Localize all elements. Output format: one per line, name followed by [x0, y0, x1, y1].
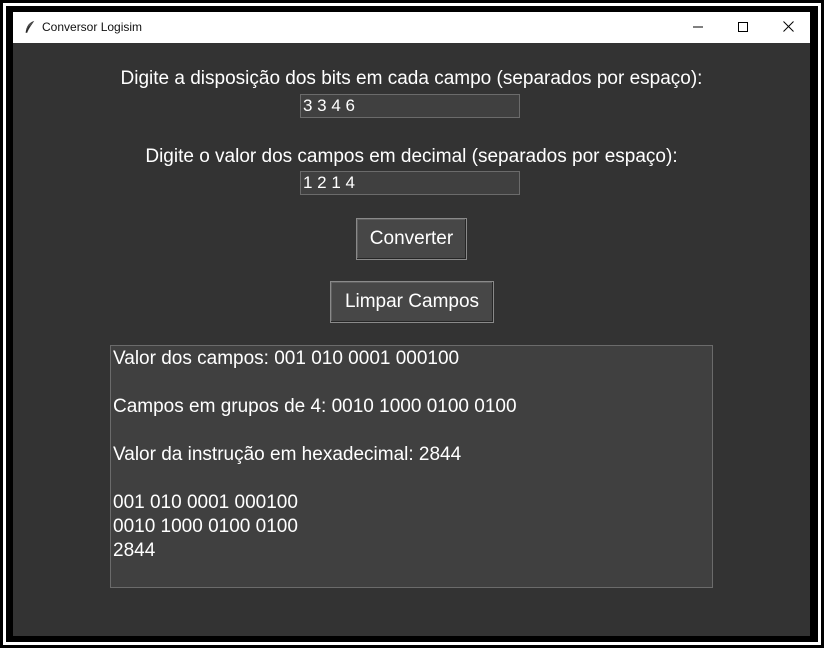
minimize-icon — [693, 19, 703, 37]
result-line — [113, 467, 710, 491]
bits-input[interactable] — [300, 94, 520, 118]
result-line: Campos em grupos de 4: 0010 1000 0100 01… — [113, 396, 517, 417]
bits-label: Digite a disposição dos bits em cada cam… — [120, 68, 703, 89]
convert-button[interactable]: Converter — [356, 218, 467, 260]
result-line: 0010 1000 0100 0100 — [113, 516, 298, 537]
result-line — [113, 419, 710, 443]
values-input[interactable] — [300, 171, 520, 195]
maximize-icon — [738, 19, 748, 37]
values-label: Digite o valor dos campos em decimal (se… — [145, 146, 678, 167]
minimize-button[interactable] — [675, 12, 721, 43]
close-button[interactable] — [765, 12, 810, 43]
app-window: Conversor Logisim Digite a disposição do… — [13, 12, 810, 636]
result-line: Valor dos campos: 001 010 0001 000100 — [113, 348, 460, 369]
clear-fields-button[interactable]: Limpar Campos — [330, 281, 494, 323]
title-bar: Conversor Logisim — [13, 12, 810, 43]
result-line: 2844 — [113, 540, 156, 561]
close-icon — [782, 19, 794, 37]
feather-icon — [23, 20, 37, 34]
main-content: Digite a disposição dos bits em cada cam… — [13, 43, 810, 636]
result-text-area[interactable]: Valor dos campos: 001 010 0001 000100 Ca… — [110, 345, 713, 588]
result-line: 001 010 0001 000100 — [113, 492, 298, 513]
result-line: Valor da instrução em hexadecimal: 2844 — [113, 444, 462, 465]
window-title: Conversor Logisim — [42, 20, 143, 34]
result-line — [113, 371, 710, 395]
maximize-button[interactable] — [720, 12, 766, 43]
